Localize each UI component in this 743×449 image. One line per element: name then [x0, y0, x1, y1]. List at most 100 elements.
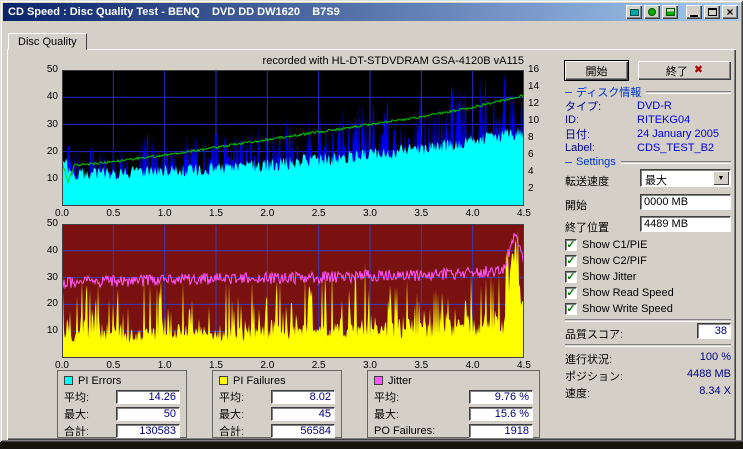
checkbox-label: Show Jitter	[582, 270, 637, 283]
title-icon-button-2[interactable]	[644, 5, 660, 19]
recorded-with-text: recorded with HL-DT-STDVDRAM GSA-4120B v…	[262, 55, 524, 67]
checkbox[interactable]: ✓	[565, 270, 577, 283]
progress-value: 100 %	[699, 351, 731, 363]
checkbox[interactable]: ✓	[565, 302, 577, 315]
axis-tick-label: 20	[46, 145, 58, 157]
quality-score-value: 38	[697, 323, 731, 339]
tab-disc-quality[interactable]: Disc Quality	[8, 33, 87, 50]
settings-section-header: Settings	[565, 156, 731, 168]
info-value: RITEKG04	[637, 114, 691, 126]
disc-icon	[648, 8, 656, 16]
tab-label: Disc Quality	[18, 36, 77, 48]
stat-value: 1918	[469, 424, 533, 438]
info-value: DVD-R	[637, 100, 672, 112]
title-buttons: ×	[624, 5, 740, 19]
pi-errors-swatch-icon	[64, 376, 73, 385]
disc-info-section-header: ディスク情報	[565, 86, 731, 99]
info-label: タイプ:	[565, 101, 602, 113]
axis-tick-label: 3.0	[363, 208, 377, 219]
pi-errors-speed-chart	[62, 70, 524, 206]
checkbox-label: Show C2/PIF	[582, 254, 647, 267]
info-label: Label:	[565, 142, 595, 154]
stat-label: PO Failures:	[374, 425, 436, 437]
axis-tick-label: 1.0	[157, 208, 172, 219]
stat-label: 合計:	[64, 426, 90, 438]
section-dash-icon	[565, 91, 572, 93]
legend-title: PI Errors	[78, 374, 122, 387]
app-window: CD Speed : Disc Quality Test - BENQ DVD …	[0, 0, 743, 442]
pi-failures-summary-box: PI Failures 平均: 8.02 最大: 45 合計: 56584	[212, 370, 342, 438]
axis-tick-label: 10	[46, 173, 58, 184]
section-dash-icon	[565, 161, 572, 163]
progress-rows: 進行状況: 100 % ポジション: 4488 MB 速度: 8.34 X	[565, 351, 731, 402]
speed-select[interactable]: 最大 ▼	[640, 169, 731, 187]
axis-tick-label: 4.0	[465, 208, 480, 219]
axis-tick-label: 4	[528, 166, 534, 177]
axis-tick-label: 16	[528, 64, 540, 75]
settings-title: Settings	[576, 156, 616, 168]
speed-select-arrow-button[interactable]: ▼	[713, 171, 729, 185]
desktop: CD Speed : Disc Quality Test - BENQ DVD …	[0, 0, 743, 449]
check-icon: ✓	[566, 302, 576, 315]
start-position-field[interactable]: 0000 MB	[640, 194, 731, 210]
axis-tick-label: 3.5	[414, 208, 429, 219]
stat-label: 最大:	[219, 409, 245, 421]
axis-tick-label: 2.0	[260, 208, 275, 219]
checkbox-show-jitter[interactable]: ✓ Show Jitter	[565, 270, 731, 283]
stat-value: 9.76 %	[469, 390, 533, 404]
checkbox-show-write-speed[interactable]: ✓ Show Write Speed	[565, 302, 731, 315]
speed-label: 転送速度	[565, 176, 609, 188]
checkbox[interactable]: ✓	[565, 286, 577, 299]
disc-info-row: ID: RITEKG04	[565, 113, 731, 127]
title-bar[interactable]: CD Speed : Disc Quality Test - BENQ DVD …	[3, 3, 740, 21]
legend-title: Jitter	[388, 374, 412, 387]
close-icon: ×	[726, 4, 734, 19]
progress-row: 進行状況: 100 %	[565, 351, 731, 368]
checkbox[interactable]: ✓	[565, 238, 577, 251]
checkbox-show-c1-pie[interactable]: ✓ Show C1/PIE	[565, 238, 731, 251]
checkbox-show-read-speed[interactable]: ✓ Show Read Speed	[565, 286, 731, 299]
axis-tick-label: 10	[46, 325, 58, 336]
checkbox-label: Show Read Speed	[582, 286, 674, 299]
axis-tick-label: 2	[528, 183, 534, 194]
end-position-field[interactable]: 4489 MB	[640, 216, 731, 232]
checkbox-label: Show C1/PIE	[582, 238, 648, 251]
progress-label: ポジション:	[565, 371, 624, 383]
progress-row: 速度: 8.34 X	[565, 385, 731, 402]
section-divider	[620, 161, 731, 163]
axis-tick-label: 30	[46, 118, 58, 130]
maximize-button[interactable]	[704, 5, 720, 19]
axis-tick-label: 40	[46, 91, 58, 103]
axis-tick-label: 4.5	[517, 208, 531, 219]
axis-tick-label: 50	[46, 218, 58, 229]
start-position-label: 開始	[565, 200, 587, 212]
axis-tick-label: 12	[528, 98, 540, 109]
title-icon-button-1[interactable]	[626, 5, 642, 19]
start-button-label: 開始	[585, 65, 608, 78]
stat-value: 56584	[271, 424, 335, 438]
section-divider	[646, 91, 731, 93]
progress-value: 4488 MB	[686, 368, 731, 380]
stat-label: 最大:	[374, 409, 400, 421]
end-position-label: 終了位置	[565, 222, 609, 234]
exit-button[interactable]: 終了 ✖	[638, 61, 731, 80]
stat-value: 50	[116, 407, 180, 421]
minimize-icon	[690, 15, 698, 17]
jitter-swatch-icon	[374, 376, 383, 385]
disc-info-row: タイプ: DVD-R	[565, 99, 731, 113]
show-options-checkboxes: ✓ Show C1/PIE ✓ Show C2/PIF ✓ Show Jitte…	[565, 238, 731, 315]
disc-info-row: 日付: 24 January 2005	[565, 127, 731, 141]
checkbox-label: Show Write Speed	[582, 302, 673, 315]
stat-value: 15.6 %	[469, 407, 533, 421]
checkbox[interactable]: ✓	[565, 254, 577, 267]
axis-tick-label: 1.5	[209, 208, 223, 219]
maximize-icon	[707, 8, 717, 16]
exit-button-label: 終了	[665, 65, 688, 78]
title-icon-button-3[interactable]	[662, 5, 678, 19]
minimize-button[interactable]	[686, 5, 702, 19]
window-title: CD Speed : Disc Quality Test - BENQ DVD …	[8, 6, 340, 18]
start-button[interactable]: 開始	[564, 60, 629, 81]
close-button[interactable]: ×	[722, 5, 738, 19]
checkbox-show-c2-pif[interactable]: ✓ Show C2/PIF	[565, 254, 731, 267]
info-value: 24 January 2005	[637, 128, 719, 140]
